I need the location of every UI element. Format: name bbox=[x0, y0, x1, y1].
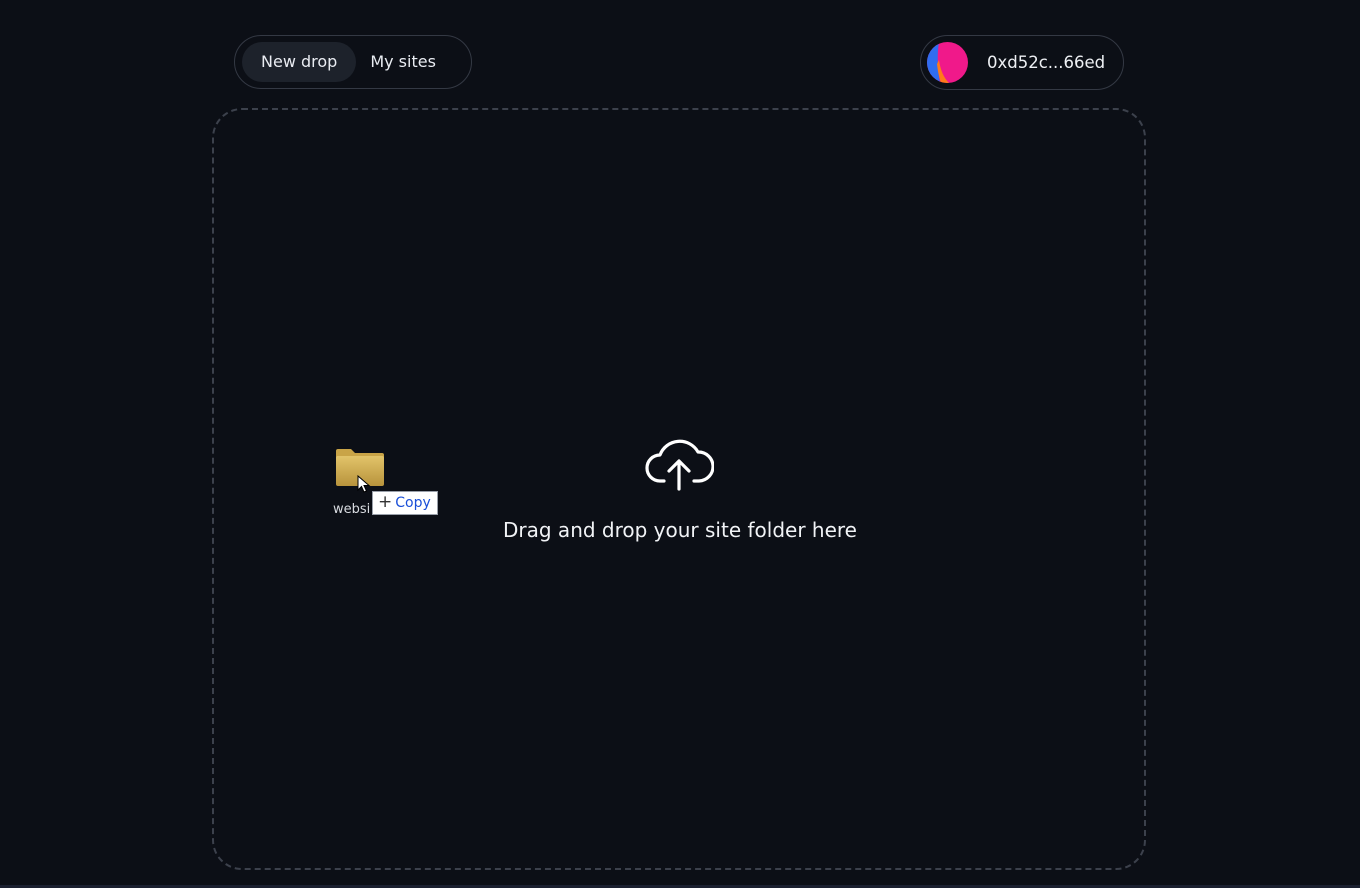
mouse-cursor-icon bbox=[357, 475, 371, 493]
nav-toggle: New drop My sites bbox=[234, 35, 472, 89]
tab-my-sites[interactable]: My sites bbox=[356, 42, 450, 82]
plus-icon: + bbox=[378, 492, 393, 512]
tab-new-drop[interactable]: New drop bbox=[242, 42, 357, 82]
drop-instructions: Drag and drop your site folder here bbox=[503, 518, 857, 542]
avatar bbox=[927, 42, 968, 83]
copy-label: Copy bbox=[395, 495, 431, 511]
copy-badge: + Copy bbox=[372, 491, 438, 515]
wallet-avatar-icon bbox=[927, 42, 968, 83]
cloud-upload-icon bbox=[645, 439, 714, 491]
page: New drop My sites 0xd52c...66ed Drag and… bbox=[0, 0, 1360, 888]
drag-folder-label: websi bbox=[333, 502, 371, 517]
wallet-button[interactable]: 0xd52c...66ed bbox=[920, 35, 1124, 90]
wallet-address: 0xd52c...66ed bbox=[987, 53, 1106, 72]
